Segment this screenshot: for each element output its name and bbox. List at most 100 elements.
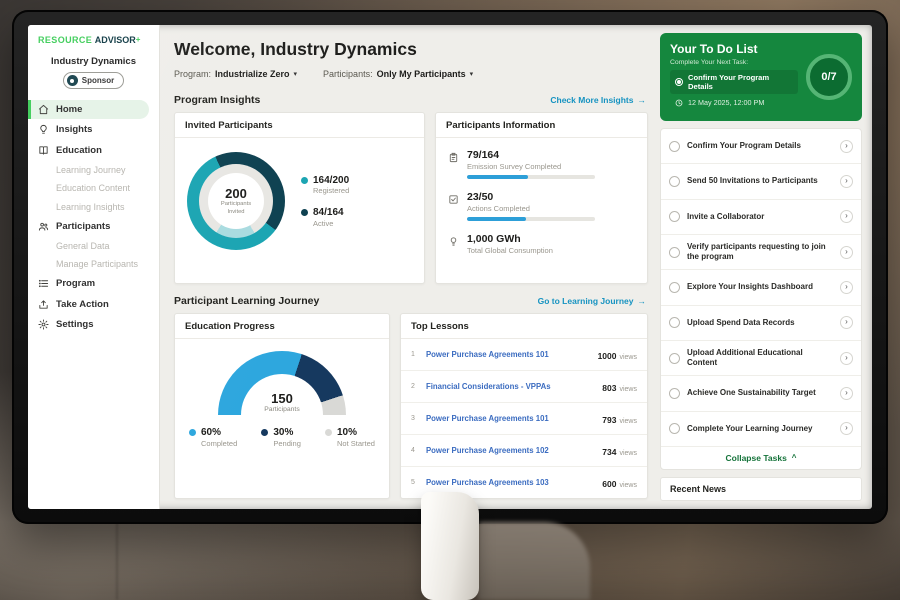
chevron-right-icon[interactable]: › [840,246,853,259]
task-row[interactable]: Invite a Collaborator › [661,200,861,235]
monitor-stand [478,522,590,600]
program-filter-label: Program: [174,69,211,79]
sidebar-item-education-content[interactable]: Education Content [28,180,159,197]
task-checkbox[interactable] [669,423,680,434]
sidebar-item-take-action[interactable]: Take Action [28,295,159,314]
sidebar-item-learning-insights[interactable]: Learning Insights [28,198,159,215]
task-row[interactable]: Upload Spend Data Records › [661,306,861,341]
chevron-right-icon[interactable]: › [840,175,853,188]
task-row[interactable]: Achieve One Sustainability Target › [661,376,861,411]
lesson-views: 793 [602,415,616,425]
sponsor-icon [67,75,78,86]
chevron-right-icon[interactable]: › [840,316,853,329]
participants-filter-label: Participants: [323,69,373,79]
task-bullet-icon [675,78,683,86]
card-title: Top Lessons [401,314,647,339]
chevron-right-icon[interactable]: › [840,210,853,223]
task-label: Complete Your Learning Journey [687,424,833,434]
lesson-views-label: views [619,418,637,425]
task-checkbox[interactable] [669,141,680,152]
todo-next-task-label: Confirm Your Program Details [688,73,793,91]
recent-news-header[interactable]: Recent News [660,477,862,501]
todo-next-due: 12 May 2025, 12:00 PM [670,98,798,107]
task-row[interactable]: Explore Your Insights Dashboard › [661,270,861,305]
sidebar-item-home[interactable]: Home [28,100,149,119]
task-checkbox[interactable] [669,317,680,328]
gauge-label: Participants [218,406,346,413]
todo-next-task[interactable]: Confirm Your Program Details [670,70,798,94]
progress-fill [467,217,526,221]
task-checkbox[interactable] [669,247,680,258]
coffee-mug [421,492,479,600]
collapse-tasks-button[interactable]: Collapse Tasks ^ [661,447,861,469]
sidebar-item-insights[interactable]: Insights [28,120,159,139]
legend-not-started: 10% Not Started [325,427,375,448]
lesson-rank: 5 [411,479,420,486]
lesson-title-link[interactable]: Power Purchase Agreements 102 [426,446,596,455]
chevron-right-icon[interactable]: › [840,422,853,435]
lesson-title-link[interactable]: Power Purchase Agreements 101 [426,414,596,423]
task-checkbox[interactable] [669,353,680,364]
sidebar-item-label: Take Action [56,299,109,310]
chevron-right-icon[interactable]: › [840,352,853,365]
task-row[interactable]: Verify participants requesting to join t… [661,235,861,270]
program-insights-section-header: Program Insights Check More Insights → [174,94,646,106]
top-lessons-card: Top Lessons 1 Power Purchase Agreements … [400,313,648,499]
lesson-title-link[interactable]: Financial Considerations - VPPAs [426,382,596,391]
program-filter[interactable]: Program: Industrialize Zero ▾ [174,69,297,79]
lesson-rank: 2 [411,383,420,390]
task-row[interactable]: Confirm Your Program Details › [661,129,861,164]
legend-dot [325,429,332,436]
sidebar-item-label: Settings [56,319,93,330]
participants-information-card: Participants Information 79/164 Emission… [435,112,648,284]
card-title: Participants Information [436,113,647,138]
lesson-title-link[interactable]: Power Purchase Agreements 103 [426,478,596,487]
chevron-right-icon[interactable]: › [840,281,853,294]
info-row-consumption: 1,000 GWh Total Global Consumption [448,233,635,259]
task-row[interactable]: Send 50 Invitations to Participants › [661,164,861,199]
chevron-right-icon[interactable]: › [840,387,853,400]
lesson-row[interactable]: 1 Power Purchase Agreements 101 1000view… [401,339,647,371]
legend-value: 84/164 [313,207,344,219]
invited-donut: 200 Participants Invited [187,152,285,250]
task-label: Upload Additional Educational Content [687,348,833,369]
task-checkbox[interactable] [669,211,680,222]
legend-dot [301,177,308,184]
home-icon [38,104,49,115]
collapse-tasks-label: Collapse Tasks [726,453,787,463]
sidebar-item-label: Education Content [56,183,130,193]
task-checkbox[interactable] [669,388,680,399]
card-title: Education Progress [175,314,389,339]
monitor-bezel: RESOURCE ADVISOR+ Industry Dynamics Spon… [12,10,888,524]
settings-icon [38,319,49,330]
card-title: Invited Participants [175,113,424,138]
sidebar-item-participants[interactable]: Participants [28,217,159,236]
sidebar-item-general-data[interactable]: General Data [28,237,159,254]
section-title: Participant Learning Journey [174,295,319,307]
task-row[interactable]: Complete Your Learning Journey › [661,412,861,447]
lesson-views-label: views [619,386,637,393]
learning-journey-section-header: Participant Learning Journey Go to Learn… [174,295,646,307]
sidebar-item-learning-journey[interactable]: Learning Journey [28,161,159,178]
chevron-right-icon[interactable]: › [840,140,853,153]
lesson-views: 600 [602,479,616,489]
sidebar-item-settings[interactable]: Settings [28,315,159,334]
lesson-row[interactable]: 2 Financial Considerations - VPPAs 803vi… [401,371,647,403]
lesson-title-link[interactable]: Power Purchase Agreements 101 [426,350,592,359]
lesson-row[interactable]: 3 Power Purchase Agreements 101 793views [401,403,647,435]
sidebar-item-program[interactable]: Program [28,274,159,293]
lesson-row[interactable]: 4 Power Purchase Agreements 102 734views [401,435,647,467]
go-to-learning-journey-link[interactable]: Go to Learning Journey → [538,296,646,306]
sidebar-item-education[interactable]: Education [28,141,159,160]
task-checkbox[interactable] [669,282,680,293]
task-row[interactable]: Upload Additional Educational Content › [661,341,861,376]
screen: RESOURCE ADVISOR+ Industry Dynamics Spon… [28,25,872,509]
participants-filter[interactable]: Participants: Only My Participants ▾ [323,69,473,79]
legend-dot [261,429,268,436]
task-checkbox[interactable] [669,176,680,187]
sponsor-badge[interactable]: Sponsor [63,72,124,89]
lesson-views-label: views [619,354,637,361]
sidebar-item-manage-participants[interactable]: Manage Participants [28,256,159,273]
check-more-insights-link[interactable]: Check More Insights → [550,95,646,105]
todo-task-list: Confirm Your Program Details › Send 50 I… [660,128,862,470]
